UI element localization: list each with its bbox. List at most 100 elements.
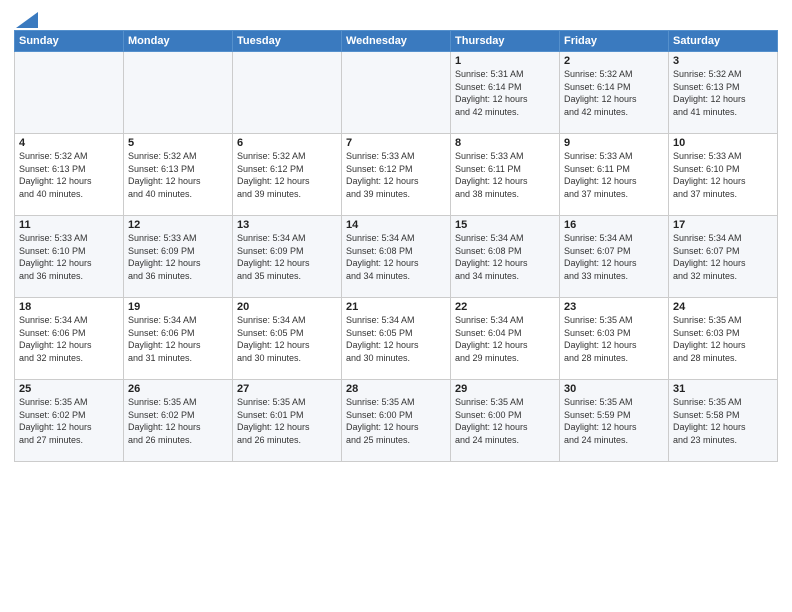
header-cell-tuesday: Tuesday <box>233 31 342 52</box>
logo <box>14 10 38 24</box>
day-number: 20 <box>237 301 337 313</box>
day-cell: 7Sunrise: 5:33 AM Sunset: 6:12 PM Daylig… <box>342 134 451 216</box>
day-cell: 4Sunrise: 5:32 AM Sunset: 6:13 PM Daylig… <box>15 134 124 216</box>
day-info: Sunrise: 5:33 AM Sunset: 6:12 PM Dayligh… <box>346 150 446 200</box>
day-cell: 12Sunrise: 5:33 AM Sunset: 6:09 PM Dayli… <box>124 216 233 298</box>
header-cell-friday: Friday <box>560 31 669 52</box>
day-cell: 31Sunrise: 5:35 AM Sunset: 5:58 PM Dayli… <box>669 380 778 462</box>
day-cell: 6Sunrise: 5:32 AM Sunset: 6:12 PM Daylig… <box>233 134 342 216</box>
day-cell: 25Sunrise: 5:35 AM Sunset: 6:02 PM Dayli… <box>15 380 124 462</box>
day-cell: 27Sunrise: 5:35 AM Sunset: 6:01 PM Dayli… <box>233 380 342 462</box>
logo-icon <box>16 12 38 28</box>
day-info: Sunrise: 5:34 AM Sunset: 6:06 PM Dayligh… <box>128 314 228 364</box>
day-number: 31 <box>673 383 773 395</box>
day-number: 9 <box>564 137 664 149</box>
day-info: Sunrise: 5:34 AM Sunset: 6:08 PM Dayligh… <box>346 232 446 282</box>
day-number: 29 <box>455 383 555 395</box>
day-cell: 15Sunrise: 5:34 AM Sunset: 6:08 PM Dayli… <box>451 216 560 298</box>
day-info: Sunrise: 5:32 AM Sunset: 6:13 PM Dayligh… <box>128 150 228 200</box>
day-info: Sunrise: 5:35 AM Sunset: 5:59 PM Dayligh… <box>564 396 664 446</box>
day-cell: 1Sunrise: 5:31 AM Sunset: 6:14 PM Daylig… <box>451 52 560 134</box>
day-info: Sunrise: 5:34 AM Sunset: 6:08 PM Dayligh… <box>455 232 555 282</box>
day-number: 11 <box>19 219 119 231</box>
header-cell-sunday: Sunday <box>15 31 124 52</box>
day-info: Sunrise: 5:34 AM Sunset: 6:07 PM Dayligh… <box>673 232 773 282</box>
day-cell: 19Sunrise: 5:34 AM Sunset: 6:06 PM Dayli… <box>124 298 233 380</box>
day-number: 6 <box>237 137 337 149</box>
day-cell: 29Sunrise: 5:35 AM Sunset: 6:00 PM Dayli… <box>451 380 560 462</box>
day-number: 3 <box>673 55 773 67</box>
day-number: 24 <box>673 301 773 313</box>
day-number: 14 <box>346 219 446 231</box>
day-number: 22 <box>455 301 555 313</box>
day-info: Sunrise: 5:32 AM Sunset: 6:12 PM Dayligh… <box>237 150 337 200</box>
day-info: Sunrise: 5:33 AM Sunset: 6:11 PM Dayligh… <box>564 150 664 200</box>
day-cell: 9Sunrise: 5:33 AM Sunset: 6:11 PM Daylig… <box>560 134 669 216</box>
day-number: 28 <box>346 383 446 395</box>
day-cell: 16Sunrise: 5:34 AM Sunset: 6:07 PM Dayli… <box>560 216 669 298</box>
day-number: 13 <box>237 219 337 231</box>
day-cell: 17Sunrise: 5:34 AM Sunset: 6:07 PM Dayli… <box>669 216 778 298</box>
day-number: 7 <box>346 137 446 149</box>
day-cell <box>342 52 451 134</box>
day-info: Sunrise: 5:35 AM Sunset: 6:03 PM Dayligh… <box>673 314 773 364</box>
day-info: Sunrise: 5:32 AM Sunset: 6:13 PM Dayligh… <box>673 68 773 118</box>
day-number: 26 <box>128 383 228 395</box>
day-info: Sunrise: 5:35 AM Sunset: 6:02 PM Dayligh… <box>19 396 119 446</box>
day-info: Sunrise: 5:32 AM Sunset: 6:14 PM Dayligh… <box>564 68 664 118</box>
day-cell: 30Sunrise: 5:35 AM Sunset: 5:59 PM Dayli… <box>560 380 669 462</box>
week-row-1: 1Sunrise: 5:31 AM Sunset: 6:14 PM Daylig… <box>15 52 778 134</box>
day-info: Sunrise: 5:34 AM Sunset: 6:04 PM Dayligh… <box>455 314 555 364</box>
calendar-table: SundayMondayTuesdayWednesdayThursdayFrid… <box>14 30 778 462</box>
week-row-4: 18Sunrise: 5:34 AM Sunset: 6:06 PM Dayli… <box>15 298 778 380</box>
day-number: 15 <box>455 219 555 231</box>
day-cell: 10Sunrise: 5:33 AM Sunset: 6:10 PM Dayli… <box>669 134 778 216</box>
day-info: Sunrise: 5:33 AM Sunset: 6:10 PM Dayligh… <box>673 150 773 200</box>
day-number: 4 <box>19 137 119 149</box>
day-cell: 20Sunrise: 5:34 AM Sunset: 6:05 PM Dayli… <box>233 298 342 380</box>
day-cell: 8Sunrise: 5:33 AM Sunset: 6:11 PM Daylig… <box>451 134 560 216</box>
day-number: 5 <box>128 137 228 149</box>
day-cell <box>233 52 342 134</box>
day-number: 17 <box>673 219 773 231</box>
day-number: 19 <box>128 301 228 313</box>
day-cell: 26Sunrise: 5:35 AM Sunset: 6:02 PM Dayli… <box>124 380 233 462</box>
day-info: Sunrise: 5:34 AM Sunset: 6:05 PM Dayligh… <box>237 314 337 364</box>
day-info: Sunrise: 5:35 AM Sunset: 6:00 PM Dayligh… <box>455 396 555 446</box>
day-info: Sunrise: 5:35 AM Sunset: 6:02 PM Dayligh… <box>128 396 228 446</box>
day-cell: 22Sunrise: 5:34 AM Sunset: 6:04 PM Dayli… <box>451 298 560 380</box>
day-number: 12 <box>128 219 228 231</box>
day-cell: 28Sunrise: 5:35 AM Sunset: 6:00 PM Dayli… <box>342 380 451 462</box>
day-info: Sunrise: 5:34 AM Sunset: 6:05 PM Dayligh… <box>346 314 446 364</box>
day-cell <box>124 52 233 134</box>
day-info: Sunrise: 5:33 AM Sunset: 6:10 PM Dayligh… <box>19 232 119 282</box>
header-cell-thursday: Thursday <box>451 31 560 52</box>
day-info: Sunrise: 5:34 AM Sunset: 6:06 PM Dayligh… <box>19 314 119 364</box>
day-number: 18 <box>19 301 119 313</box>
day-cell: 24Sunrise: 5:35 AM Sunset: 6:03 PM Dayli… <box>669 298 778 380</box>
week-row-3: 11Sunrise: 5:33 AM Sunset: 6:10 PM Dayli… <box>15 216 778 298</box>
week-row-5: 25Sunrise: 5:35 AM Sunset: 6:02 PM Dayli… <box>15 380 778 462</box>
day-info: Sunrise: 5:35 AM Sunset: 5:58 PM Dayligh… <box>673 396 773 446</box>
day-info: Sunrise: 5:32 AM Sunset: 6:13 PM Dayligh… <box>19 150 119 200</box>
day-info: Sunrise: 5:35 AM Sunset: 6:01 PM Dayligh… <box>237 396 337 446</box>
day-cell: 13Sunrise: 5:34 AM Sunset: 6:09 PM Dayli… <box>233 216 342 298</box>
day-info: Sunrise: 5:33 AM Sunset: 6:11 PM Dayligh… <box>455 150 555 200</box>
day-number: 10 <box>673 137 773 149</box>
day-number: 2 <box>564 55 664 67</box>
day-cell: 14Sunrise: 5:34 AM Sunset: 6:08 PM Dayli… <box>342 216 451 298</box>
day-number: 27 <box>237 383 337 395</box>
day-cell: 21Sunrise: 5:34 AM Sunset: 6:05 PM Dayli… <box>342 298 451 380</box>
day-info: Sunrise: 5:34 AM Sunset: 6:09 PM Dayligh… <box>237 232 337 282</box>
day-info: Sunrise: 5:33 AM Sunset: 6:09 PM Dayligh… <box>128 232 228 282</box>
header-cell-saturday: Saturday <box>669 31 778 52</box>
day-cell: 2Sunrise: 5:32 AM Sunset: 6:14 PM Daylig… <box>560 52 669 134</box>
day-cell: 23Sunrise: 5:35 AM Sunset: 6:03 PM Dayli… <box>560 298 669 380</box>
day-number: 8 <box>455 137 555 149</box>
header-cell-wednesday: Wednesday <box>342 31 451 52</box>
day-info: Sunrise: 5:31 AM Sunset: 6:14 PM Dayligh… <box>455 68 555 118</box>
day-number: 30 <box>564 383 664 395</box>
week-row-2: 4Sunrise: 5:32 AM Sunset: 6:13 PM Daylig… <box>15 134 778 216</box>
day-cell <box>15 52 124 134</box>
day-number: 25 <box>19 383 119 395</box>
